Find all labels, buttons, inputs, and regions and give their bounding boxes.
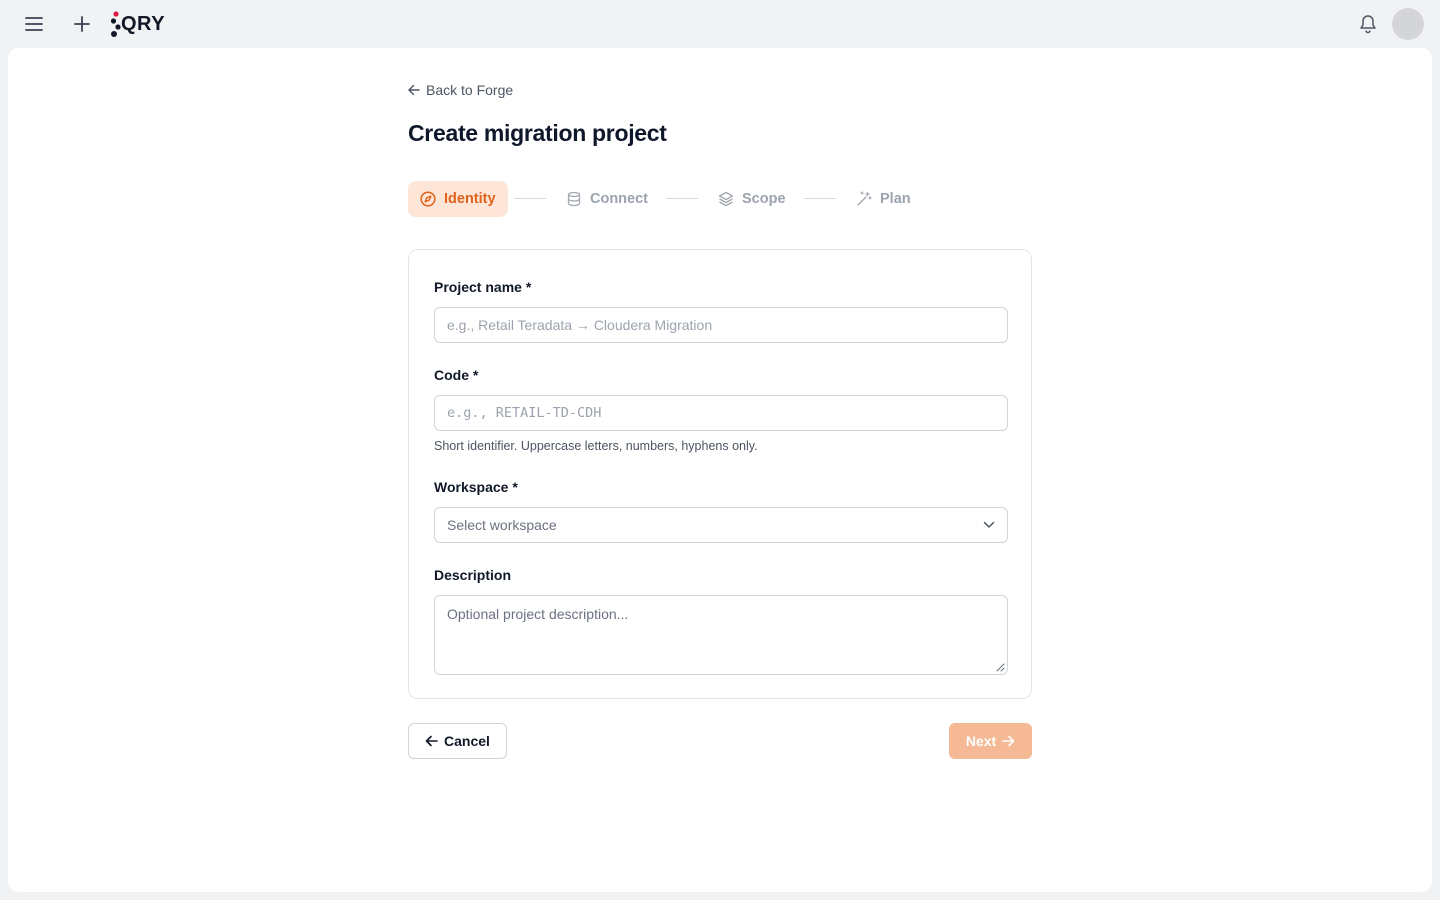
notifications-button[interactable] (1354, 10, 1382, 38)
menu-icon (25, 17, 43, 31)
magic-wand-icon (857, 191, 872, 206)
step-connect[interactable]: Connect (566, 181, 648, 217)
step-identity[interactable]: Identity (408, 181, 508, 217)
menu-button[interactable] (20, 10, 48, 38)
step-scope-label: Scope (742, 191, 786, 207)
plus-icon (74, 16, 90, 32)
chevron-down-icon (983, 521, 995, 528)
arrow-right-icon (1002, 735, 1015, 747)
step-connector (666, 198, 698, 199)
step-plan[interactable]: Plan (856, 181, 911, 217)
code-hint: Short identifier. Uppercase letters, num… (434, 439, 758, 453)
next-label: Next (965, 733, 997, 749)
step-connector (514, 198, 546, 199)
step-connector (804, 198, 836, 199)
back-link[interactable]: Back to Forge (408, 82, 513, 98)
back-link-label: Back to Forge (426, 82, 514, 98)
code-placeholder: e.g., RETAIL-TD-CDH (447, 405, 602, 421)
step-identity-label: Identity (444, 191, 496, 207)
database-icon (567, 191, 581, 207)
workspace-label: Workspace * (434, 479, 518, 495)
workspace-select[interactable]: Select workspace (434, 507, 1008, 543)
description-textarea[interactable]: Optional project description... (434, 595, 1008, 675)
step-plan-label: Plan (880, 191, 911, 207)
step-scope[interactable]: Scope (718, 181, 786, 217)
logo[interactable]: QRY (110, 9, 165, 39)
code-input[interactable]: e.g., RETAIL-TD-CDH (434, 395, 1008, 431)
step-connect-label: Connect (590, 191, 648, 207)
project-name-input[interactable]: e.g., Retail Teradata → Cloudera Migrati… (434, 307, 1008, 343)
project-name-label: Project name * (434, 279, 532, 295)
cancel-button[interactable]: Cancel (408, 723, 507, 759)
workspace-placeholder: Select workspace (447, 517, 557, 533)
code-label: Code * (434, 367, 479, 383)
description-label: Description (434, 567, 512, 583)
cancel-label: Cancel (444, 733, 490, 749)
arrow-left-icon (425, 735, 438, 747)
arrow-left-icon (408, 84, 420, 96)
form-card: Project name * e.g., Retail Teradata → C… (408, 249, 1032, 699)
top-bar: QRY (0, 0, 1440, 48)
page-title: Create migration project (408, 120, 667, 146)
logo-text: QRY (121, 12, 166, 35)
add-button[interactable] (68, 10, 96, 38)
resize-handle-icon[interactable] (996, 663, 1005, 672)
main-panel: Back to Forge Create migration project I… (8, 48, 1432, 892)
compass-icon (420, 191, 436, 207)
description-placeholder: Optional project description... (447, 606, 629, 622)
avatar[interactable] (1392, 8, 1424, 40)
project-name-placeholder: e.g., Retail Teradata → Cloudera Migrati… (447, 317, 713, 333)
next-button[interactable]: Next (949, 723, 1032, 759)
layers-icon (718, 191, 734, 207)
bell-icon (1360, 15, 1376, 34)
stepper: Identity Connect Scope Plan (408, 181, 1032, 217)
